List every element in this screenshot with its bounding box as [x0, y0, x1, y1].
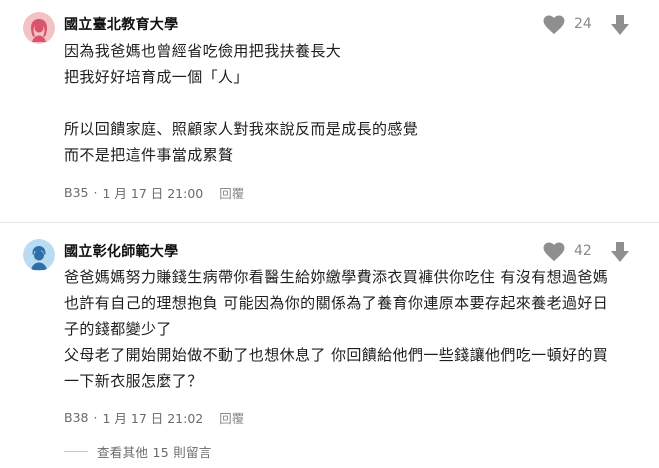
- comment-body: 爸爸媽媽努力賺錢生病帶你看醫生給妳繳學費添衣買褲供你吃住 有沒有想過爸媽 也許有…: [64, 268, 609, 390]
- heart-icon[interactable]: [543, 242, 567, 264]
- comment-author[interactable]: 國立臺北教育大學: [64, 14, 178, 34]
- meta-separator: ·: [93, 185, 98, 200]
- comment-divider: [0, 222, 659, 223]
- female-avatar-icon[interactable]: [23, 12, 55, 44]
- comment-meta: B38 · 1 月 17 日 21:02 回覆: [64, 408, 244, 427]
- more-replies-divider: [64, 451, 88, 452]
- comment-author[interactable]: 國立彰化師範大學: [64, 241, 178, 261]
- comment-timestamp: 1 月 17 日 21:00: [102, 186, 204, 201]
- floor-number: B35: [64, 185, 89, 200]
- arrow-down-icon[interactable]: [610, 241, 632, 263]
- male-avatar-icon[interactable]: [23, 239, 55, 271]
- view-more-replies-link[interactable]: 查看其他 15 則留言: [97, 442, 212, 461]
- like-count: 24: [574, 16, 592, 32]
- meta-separator: ·: [93, 410, 98, 425]
- heart-icon[interactable]: [543, 15, 567, 37]
- reply-button[interactable]: 回覆: [219, 408, 244, 427]
- comment-timestamp: 1 月 17 日 21:02: [102, 411, 204, 426]
- like-count: 42: [574, 243, 592, 259]
- reply-button[interactable]: 回覆: [219, 183, 244, 202]
- arrow-down-icon[interactable]: [610, 14, 632, 36]
- comment-body: 因為我爸媽也曾經省吃儉用把我扶養長大 把我好好培育成一個「人」 所以回饋家庭、照…: [64, 42, 419, 164]
- comment-meta: B35 · 1 月 17 日 21:00 回覆: [64, 183, 244, 202]
- floor-number: B38: [64, 410, 89, 425]
